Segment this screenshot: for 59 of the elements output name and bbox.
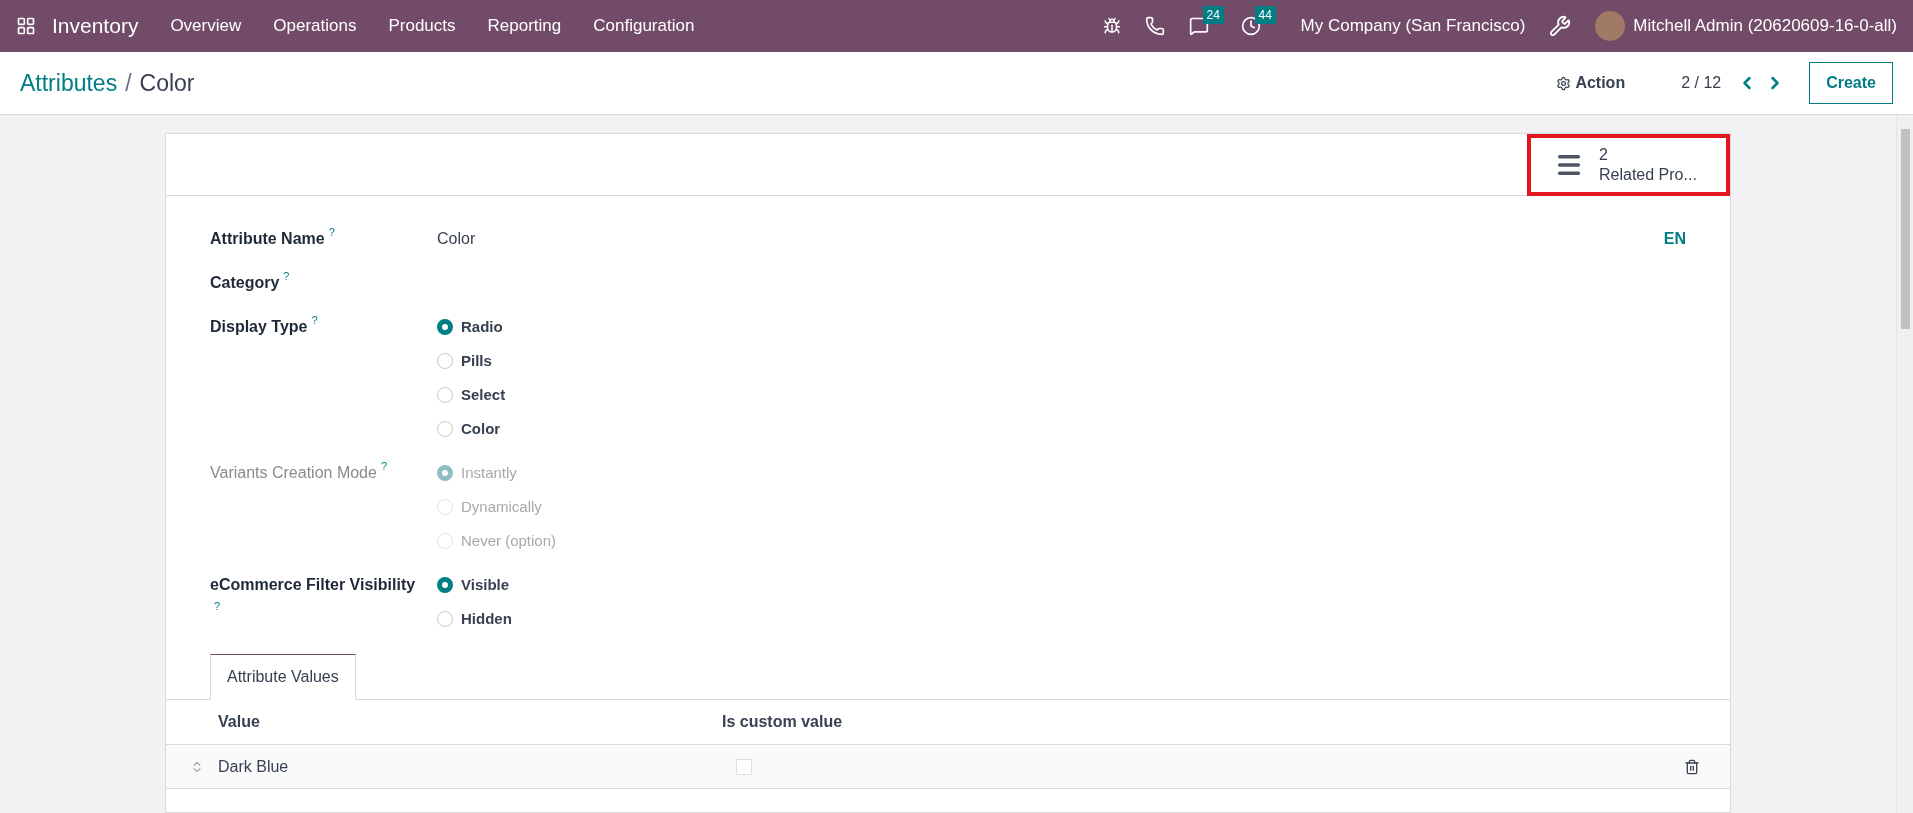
radio-button[interactable] [437,353,453,369]
help-tooltip-mark[interactable]: ? [328,225,335,239]
notebook-tab[interactable]: Attribute Values [210,654,356,700]
language-button[interactable]: EN [1663,227,1686,251]
menu-item[interactable]: Configuration [593,13,695,39]
tools-icon[interactable] [1549,15,1572,37]
breadcrumb-link[interactable]: Attributes [20,65,118,101]
column-header: Value [217,712,261,732]
help-tooltip-mark[interactable]: ? [311,313,318,327]
field-label: Attribute Name [210,230,325,247]
bug-icon[interactable] [1102,17,1121,35]
field-label: Variants Creation Mode [210,464,377,481]
radio-label: Radio [461,316,503,337]
radio-label: Dynamically [461,496,542,517]
activity-count-badge: 44 [1254,6,1276,24]
field-label: Display Type [210,318,308,335]
create-button[interactable]: Create [1809,62,1893,104]
radio-label: Pills [461,350,492,371]
radio-label: Color [461,418,501,439]
radio-label: Hidden [461,608,512,629]
help-tooltip-mark[interactable]: ? [214,599,221,613]
checkbox[interactable] [736,758,752,775]
radio-label: Select [461,384,506,405]
action-button[interactable]: Action [1556,71,1626,95]
message-count-badge: 24 [1202,6,1224,24]
radio-label: Visible [461,574,510,595]
user-menu[interactable]: Mitchell Admin (20620609-16-0-all) [1633,13,1897,39]
radio-button[interactable] [437,577,453,593]
help-tooltip-mark[interactable]: ? [283,269,290,283]
breadcrumb-separator: / [125,68,132,98]
app-name[interactable]: Inventory [52,10,139,42]
delete-icon[interactable] [1684,758,1700,775]
column-header: Is custom value [722,712,843,732]
menu-item[interactable]: Products [388,13,456,39]
company-switcher[interactable]: My Company (San Francisco) [1300,13,1526,39]
radio-label: Instantly [461,462,517,483]
related-products-button[interactable]: 2 Related Pro... [1527,134,1730,196]
chat-icon[interactable] [1188,16,1209,36]
app-grid-icon[interactable] [16,16,36,36]
phone-icon[interactable] [1144,16,1165,36]
gear-icon [1556,75,1572,91]
table-cell-text: Dark Blue [218,756,290,777]
pager: 2 / 12 [1681,73,1722,93]
menu-item[interactable]: Reporting [487,13,562,39]
related-count: 2 [1599,145,1608,165]
radio-button[interactable] [437,387,453,403]
radio-button[interactable] [437,611,453,627]
radio-label: Never (option) [461,530,557,551]
menu-item[interactable]: Operations [273,13,357,39]
field-label: Category [210,274,280,291]
related-label: Related Pro... [1599,165,1697,185]
scrollbar[interactable] [1896,115,1913,813]
menu-item[interactable]: Overview [170,13,242,39]
radio-button[interactable] [437,421,453,437]
radio-button[interactable] [437,319,453,335]
field-value[interactable]: Color [437,227,476,251]
drag-handle-icon[interactable] [190,759,204,774]
breadcrumb-current: Color [139,68,195,98]
field-label: eCommerce Filter Visibility [210,576,416,593]
